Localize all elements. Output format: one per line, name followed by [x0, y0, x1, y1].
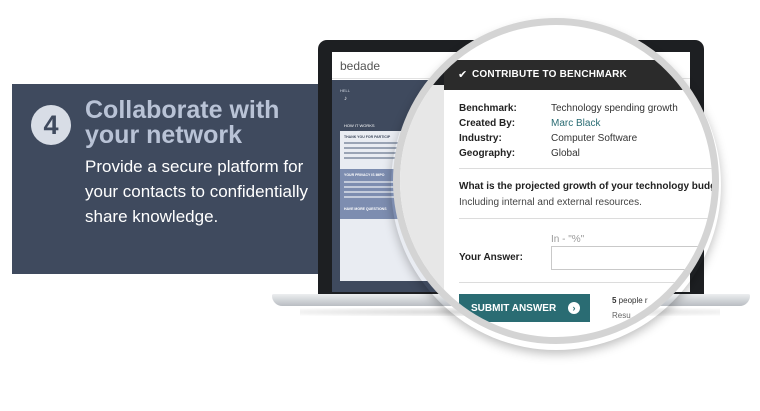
- benchmark-header-title: CONTRIBUTE TO BENCHMARK: [472, 69, 627, 80]
- feature-title: Collaborate with your network: [85, 96, 280, 149]
- more-questions-heading: HAVE MORE QUESTIONS: [344, 207, 387, 211]
- responses-text: people r: [616, 296, 648, 305]
- geography-value: Global: [551, 148, 580, 159]
- sidebar-greeting: HELL: [340, 88, 351, 93]
- magnified-content: ✔ CONTRIBUTE TO BENCHMARK Benchmark: Tec…: [400, 25, 719, 337]
- geography-label: Geography:: [459, 148, 516, 159]
- user-icon: ♪: [344, 96, 347, 102]
- created-by-label: Created By:: [459, 118, 516, 129]
- arrow-right-circle-icon[interactable]: ›: [568, 302, 580, 314]
- benchmark-value: Technology spending growth: [551, 103, 678, 114]
- magnified-top-bar: [400, 25, 444, 85]
- feature-panel: 4 Collaborate with your network Provide …: [12, 84, 330, 274]
- results-text: Resu: [612, 311, 631, 320]
- benchmark-label: Benchmark:: [459, 103, 517, 114]
- answer-input[interactable]: [551, 246, 701, 270]
- feature-description: Provide a secure platform for your conta…: [85, 157, 309, 226]
- answer-unit-hint: In - "%": [551, 234, 585, 245]
- section-divider: [459, 168, 712, 169]
- thank-you-heading: THANK YOU FOR PARTICIP: [344, 135, 391, 139]
- industry-value: Computer Software: [551, 133, 638, 144]
- magnifier-lens: ✔ CONTRIBUTE TO BENCHMARK Benchmark: Tec…: [393, 18, 719, 344]
- industry-label: Industry:: [459, 133, 502, 144]
- created-by-link[interactable]: Marc Black: [551, 118, 600, 129]
- section-divider: [459, 282, 712, 283]
- question-subtext: Including internal and external resource…: [459, 197, 642, 208]
- section-divider: [459, 218, 712, 219]
- responses-count: 5 people r: [612, 296, 648, 305]
- check-icon: ✔: [458, 69, 468, 81]
- step-number-badge: 4: [31, 105, 71, 145]
- privacy-heading: YOUR PRIVACY IS IMPO: [344, 173, 385, 177]
- question-text: What is the projected growth of your tec…: [459, 181, 719, 192]
- app-logo: bedade: [340, 59, 381, 73]
- answer-label: Your Answer:: [459, 252, 523, 263]
